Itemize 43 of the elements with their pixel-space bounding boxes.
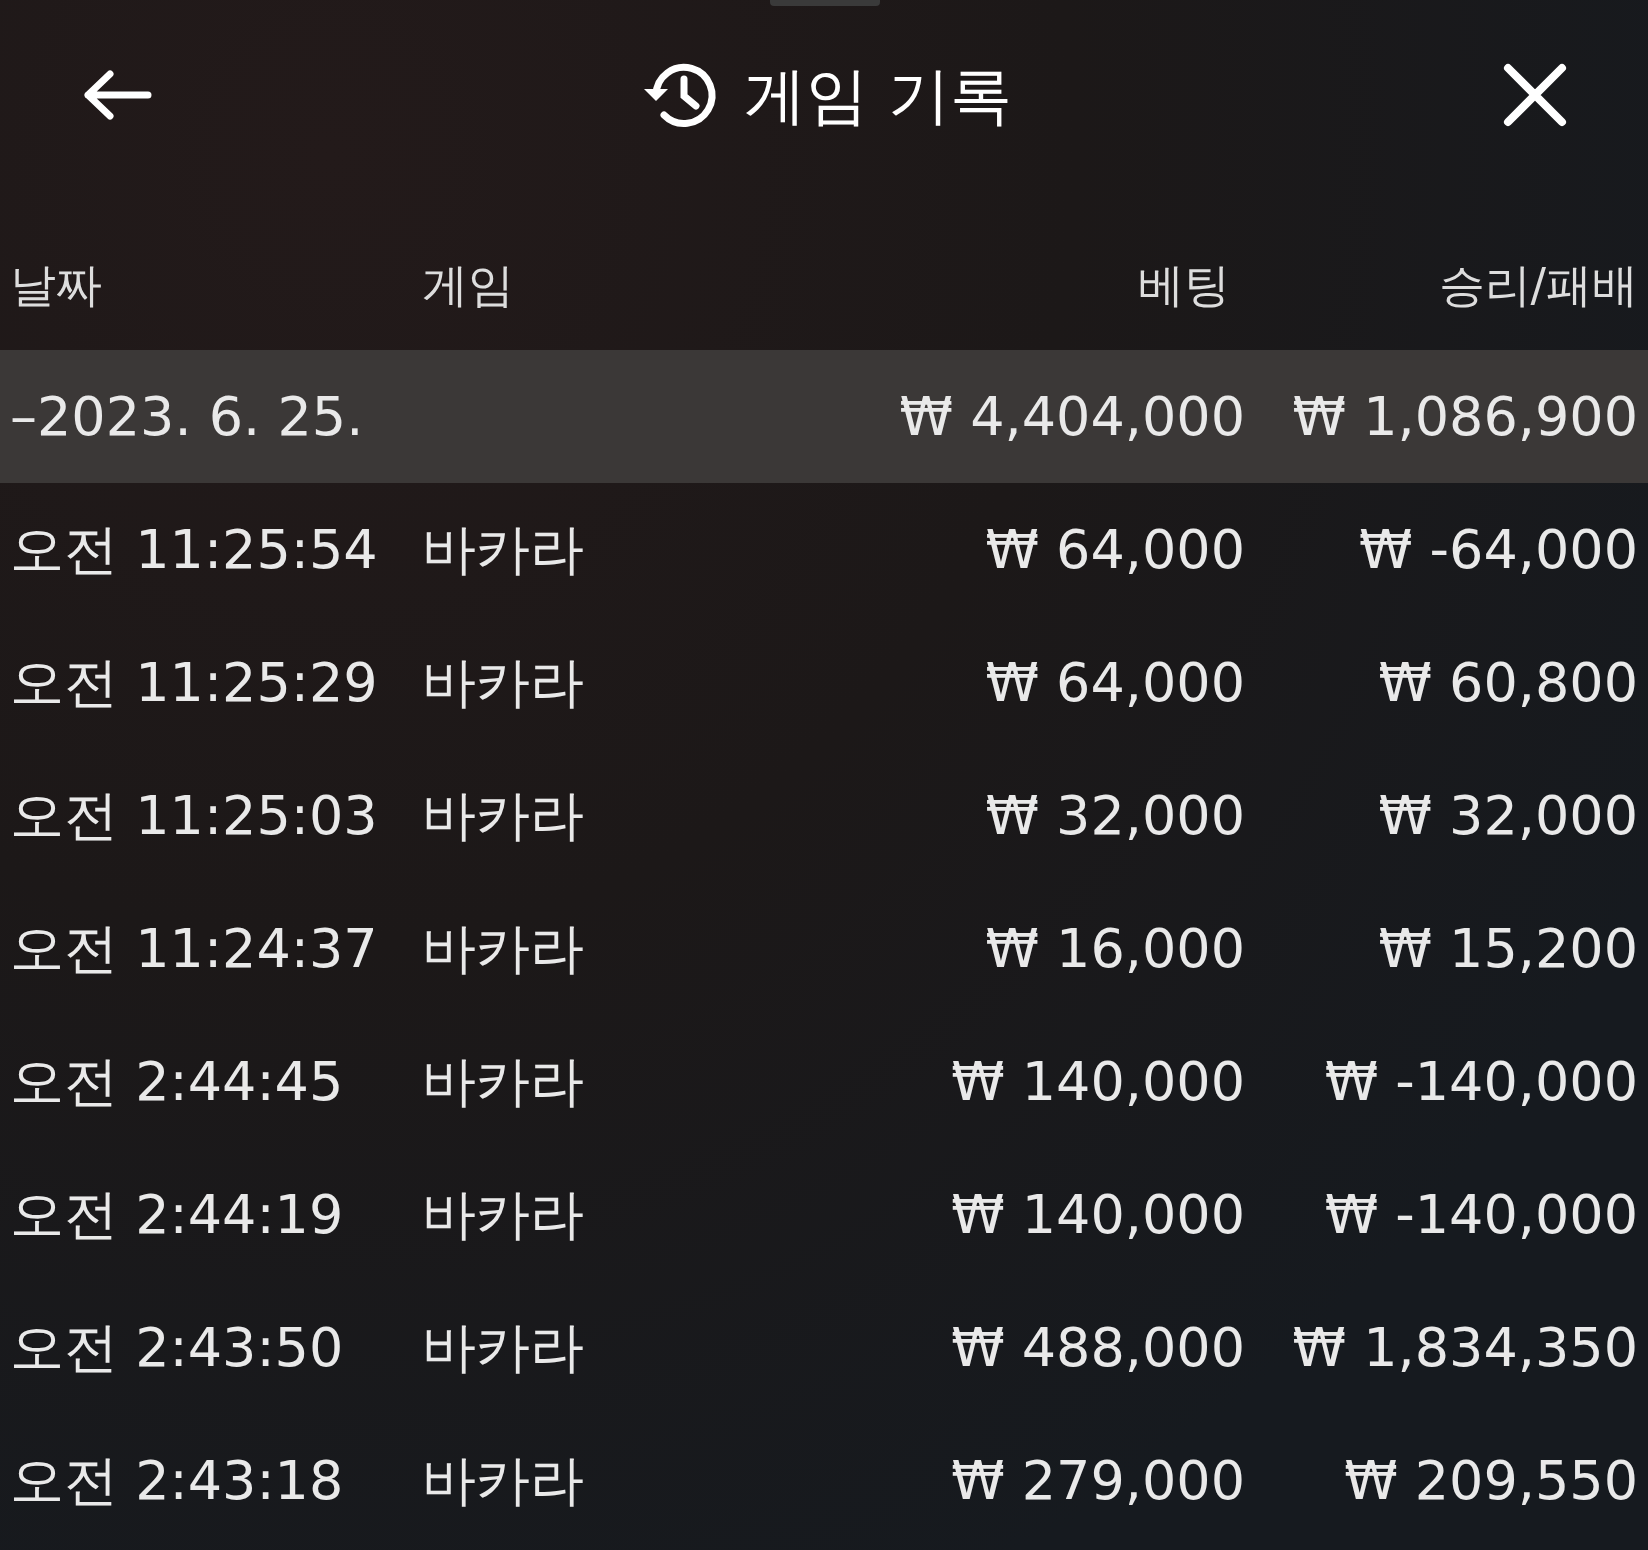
time-cell: 오전 11:25:54: [10, 518, 378, 581]
bet-cell: ₩ 64,000: [985, 651, 1245, 714]
column-header: 승리/패배: [1438, 257, 1638, 312]
result-cell: ₩ -64,000: [1359, 518, 1638, 581]
screen-title: 게임 기록: [744, 57, 1012, 134]
game-cell: 바카라: [422, 1050, 584, 1113]
group-date: –2023. 6. 25.: [10, 385, 364, 448]
game-cell: 바카라: [422, 518, 584, 581]
result-cell: ₩ 32,000: [1378, 784, 1638, 847]
result-cell: ₩ 1,834,350: [1292, 1316, 1638, 1379]
time-cell: 오전 11:25:29: [10, 651, 378, 714]
game-cell: 바카라: [422, 651, 584, 714]
time-cell: 오전 2:44:45: [10, 1050, 344, 1113]
time-cell: 오전 2:43:18: [10, 1449, 344, 1512]
bet-cell: ₩ 279,000: [951, 1449, 1245, 1512]
close-icon[interactable]: [1502, 62, 1568, 128]
group-result-total: ₩ 1,086,900: [1292, 385, 1638, 448]
bet-cell: ₩ 64,000: [985, 518, 1245, 581]
time-cell: 오전 11:25:03: [10, 784, 378, 847]
date-group-row[interactable]: –2023. 6. 25. ₩ 4,404,000 ₩ 1,086,900: [0, 350, 1648, 483]
result-cell: ₩ 15,200: [1378, 917, 1638, 980]
game-cell: 바카라: [422, 784, 584, 847]
result-cell: ₩ -140,000: [1324, 1183, 1638, 1246]
game-cell: 바카라: [422, 917, 584, 980]
column-header: 게임: [422, 257, 514, 312]
result-cell: ₩ 209,550: [1344, 1449, 1638, 1512]
bet-cell: ₩ 488,000: [951, 1316, 1245, 1379]
game-cell: 바카라: [422, 1183, 584, 1246]
time-cell: 오전 11:24:37: [10, 917, 378, 980]
time-cell: 오전 2:43:50: [10, 1316, 344, 1379]
bet-cell: ₩ 32,000: [985, 784, 1245, 847]
bet-cell: ₩ 16,000: [985, 917, 1245, 980]
bet-cell: ₩ 140,000: [951, 1050, 1245, 1113]
drag-handle[interactable]: [770, 0, 880, 6]
result-cell: ₩ -140,000: [1324, 1050, 1638, 1113]
time-cell: 오전 2:44:19: [10, 1183, 344, 1246]
group-bet-total: ₩ 4,404,000: [899, 385, 1245, 448]
game-cell: 바카라: [422, 1316, 584, 1379]
column-header: 베팅: [1138, 257, 1230, 312]
column-header: 날짜: [10, 257, 102, 312]
bet-cell: ₩ 140,000: [951, 1183, 1245, 1246]
result-cell: ₩ 60,800: [1378, 651, 1638, 714]
game-cell: 바카라: [422, 1449, 584, 1512]
